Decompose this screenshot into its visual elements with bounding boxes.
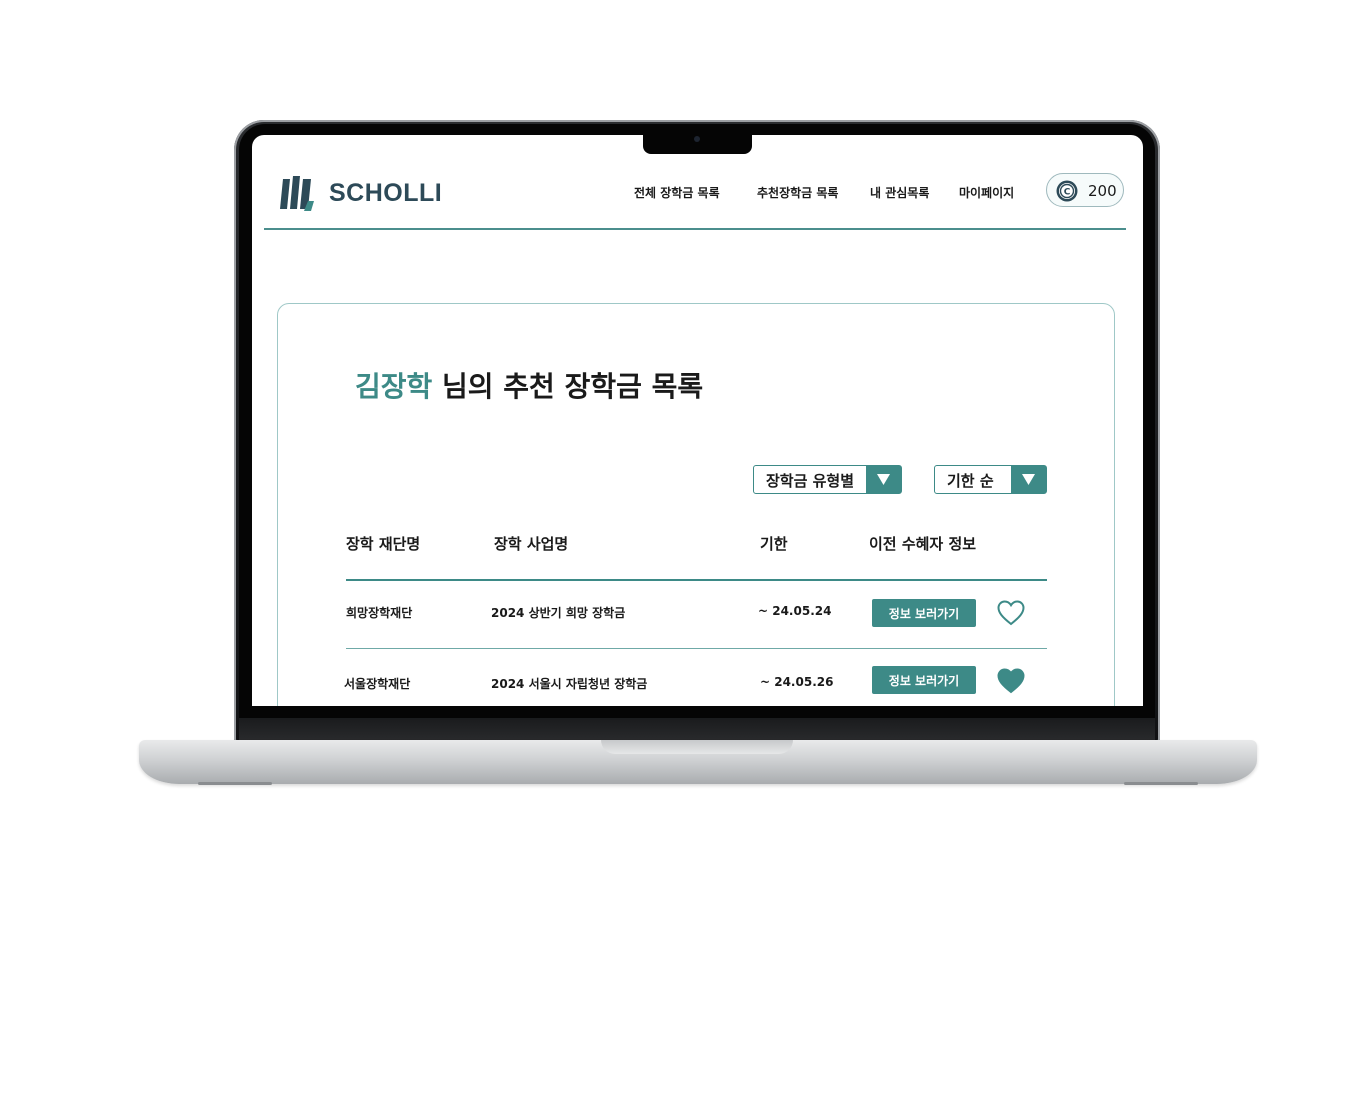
heart-filled-icon[interactable] (997, 668, 1025, 694)
row2-deadline: ~ 24.05.26 (760, 675, 834, 689)
row-divider (346, 648, 1047, 649)
page-title: 김장학 님의 추천 장학금 목록 (355, 365, 703, 405)
app-screen: SCHOLLI 전체 장학금 목록 추천장학금 목록 내 관심목록 마이페이지 … (252, 135, 1143, 706)
scholli-logo-icon[interactable] (280, 175, 314, 213)
webcam (694, 136, 700, 142)
row1-program: 2024 상반기 희망 장학금 (491, 606, 626, 620)
coin-balance[interactable]: C 200 (1046, 173, 1124, 207)
page-title-suffix: 님의 추천 장학금 목록 (432, 370, 704, 403)
row2-program: 2024 서울시 자립청년 장학금 (491, 677, 648, 691)
triangle-down-icon (866, 466, 901, 493)
nav-favorites[interactable]: 내 관심목록 (870, 184, 929, 201)
triangle-down-icon (1011, 466, 1046, 493)
column-header-foundation: 장학 재단명 (346, 535, 421, 553)
column-header-deadline: 기한 (760, 535, 788, 553)
laptop-foot (198, 782, 272, 785)
coin-icon: C (1056, 180, 1078, 202)
nav-mypage[interactable]: 마이페이지 (959, 184, 1014, 201)
scholarship-type-select[interactable]: 장학금 유형별 (753, 465, 902, 494)
laptop-foot (1124, 782, 1198, 785)
row2-info-button[interactable]: 정보 보러가기 (872, 666, 976, 694)
svg-text:C: C (1064, 188, 1071, 198)
header-divider (264, 228, 1126, 230)
heart-outline-icon[interactable] (997, 600, 1025, 626)
coin-value: 200 (1088, 182, 1117, 200)
sort-select[interactable]: 기한 순 (934, 465, 1047, 494)
row1-foundation: 희망장학재단 (346, 606, 413, 620)
laptop-chin (239, 718, 1155, 742)
column-header-program: 장학 사업명 (494, 535, 569, 553)
brand-name[interactable]: SCHOLLI (329, 179, 442, 208)
column-header-previous-recipients: 이전 수혜자 정보 (869, 535, 977, 553)
row2-foundation: 서울장학재단 (344, 677, 411, 691)
table-header-divider (346, 579, 1047, 581)
nav-all-scholarships[interactable]: 전체 장학금 목록 (634, 184, 720, 201)
recommendation-card (277, 303, 1115, 706)
sort-label: 기한 순 (947, 472, 994, 490)
scholarship-type-label: 장학금 유형별 (766, 472, 855, 490)
user-name: 김장학 (355, 370, 433, 403)
row1-deadline: ~ 24.05.24 (758, 604, 832, 618)
laptop-opening-groove (601, 740, 793, 754)
row1-info-button[interactable]: 정보 보러가기 (872, 599, 976, 627)
device-mockup: SCHOLLI 전체 장학금 목록 추천장학금 목록 내 관심목록 마이페이지 … (0, 0, 1350, 1113)
nav-recommended-scholarships[interactable]: 추천장학금 목록 (757, 184, 838, 201)
